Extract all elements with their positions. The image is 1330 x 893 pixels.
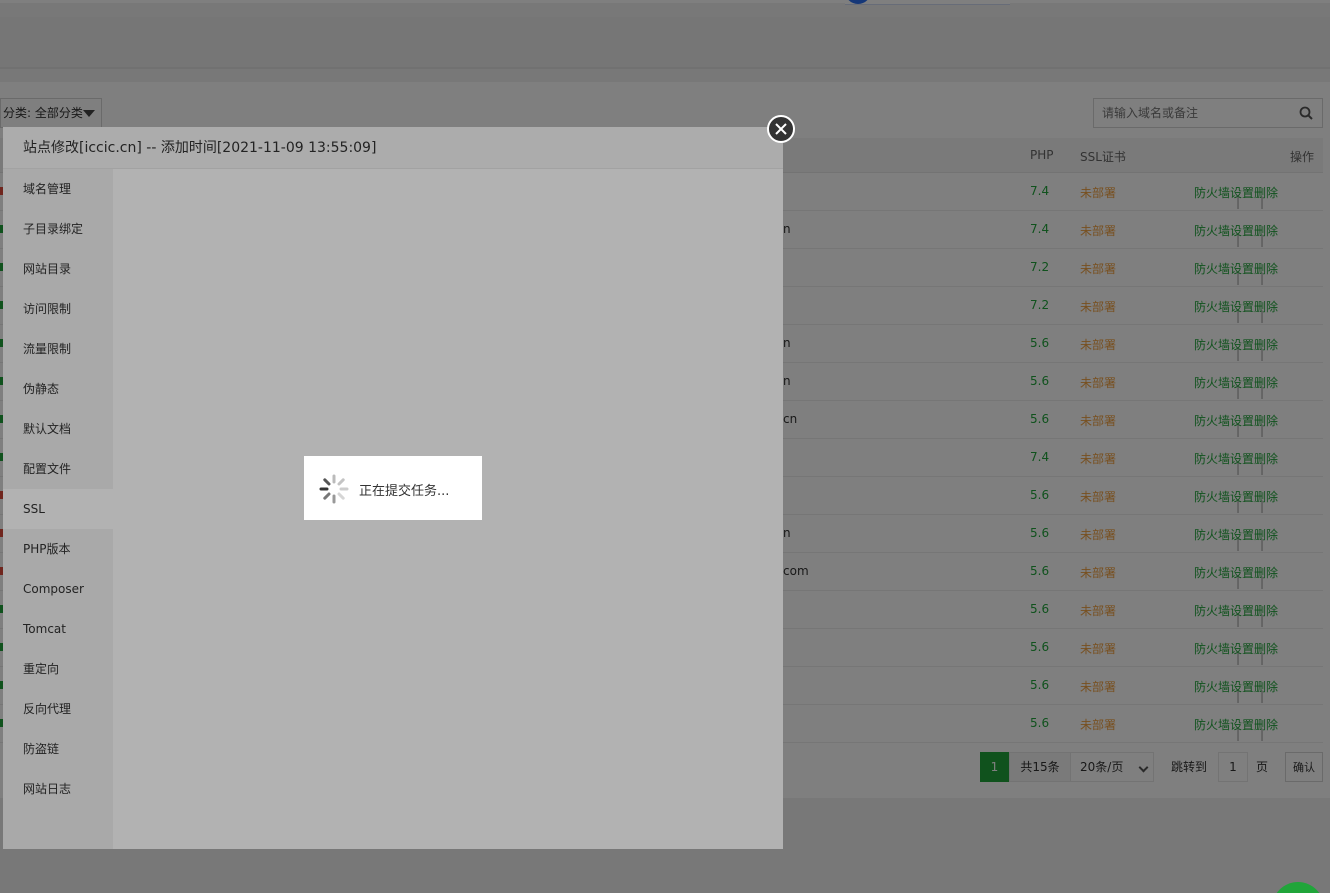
- close-icon: [775, 123, 787, 135]
- close-button[interactable]: [767, 115, 795, 143]
- loading-message: 正在提交任务...: [359, 484, 450, 499]
- spinner-icon: [319, 474, 349, 504]
- loading-toast: 正在提交任务...: [304, 456, 482, 520]
